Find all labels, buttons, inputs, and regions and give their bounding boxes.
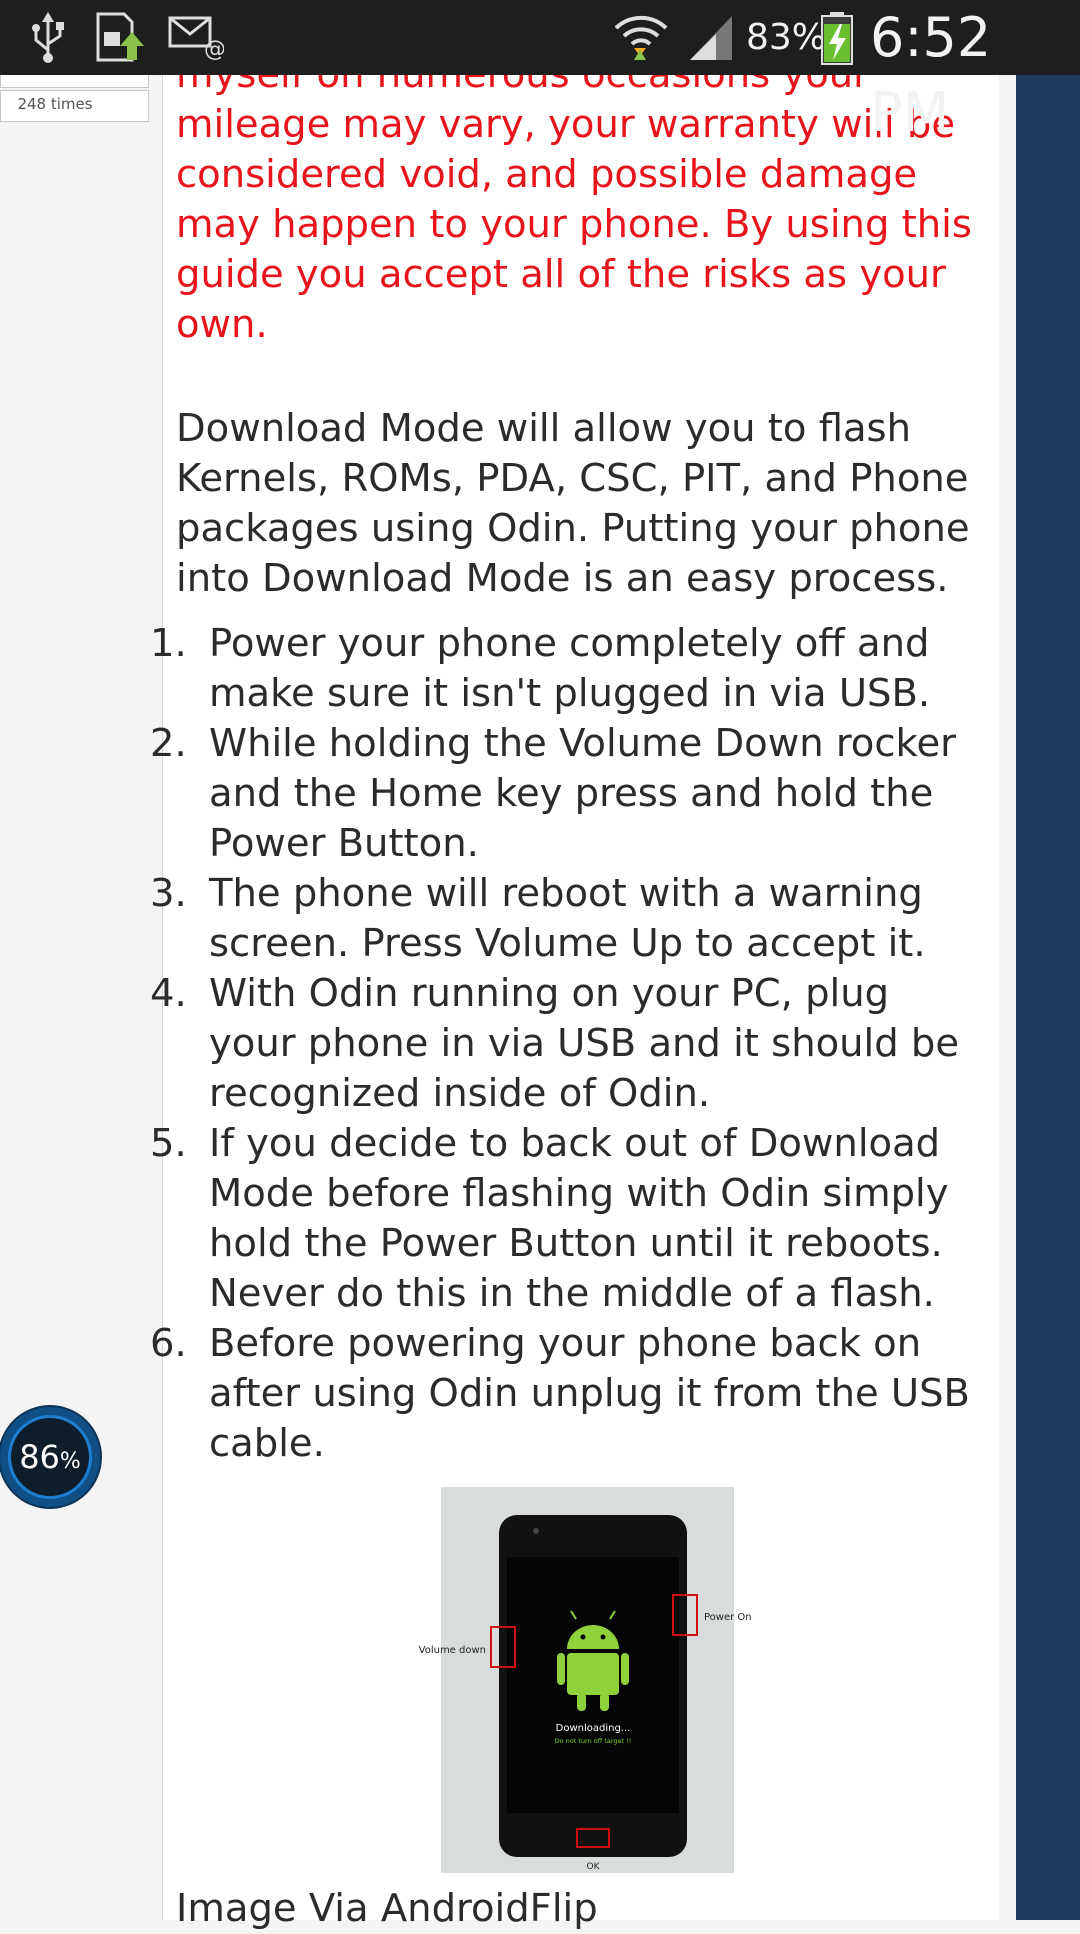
sidebar-box-top xyxy=(0,75,149,88)
ok-label: OK xyxy=(587,1862,601,1872)
step-text: Before powering your phone back on after… xyxy=(209,1321,970,1466)
step-number: 2. xyxy=(150,721,187,766)
list-item: 2. While holding the Volume Down rocker … xyxy=(0,719,990,869)
right-gutter xyxy=(999,75,1016,1920)
widget-face: 86% xyxy=(8,1415,92,1499)
screen-text-main: Downloading... xyxy=(556,1723,631,1734)
step-text: While holding the Volume Down rocker and… xyxy=(209,721,956,866)
file-upload-icon xyxy=(96,12,144,62)
step-number: 5. xyxy=(150,1121,187,1166)
right-sidebar-bar xyxy=(1016,75,1080,1920)
list-item: 6. Before powering your phone back on af… xyxy=(0,1319,990,1469)
wifi-icon xyxy=(614,15,668,60)
list-item: 3. The phone will reboot with a warning … xyxy=(0,869,990,969)
step-text: If you decide to back out of Download Mo… xyxy=(209,1121,949,1316)
step-number: 1. xyxy=(150,621,187,666)
step-text: With Odin running on your PC, plug your … xyxy=(209,971,960,1116)
power-on-label: Power On xyxy=(704,1612,752,1623)
step-text: Power your phone completely off and make… xyxy=(209,621,931,716)
screen-text-sub: Do not turn off target !! xyxy=(555,1737,632,1745)
step-number: 6. xyxy=(150,1321,187,1366)
clock: 6:52 PM xyxy=(870,6,992,144)
step-number: 3. xyxy=(150,871,187,916)
signal-icon xyxy=(690,16,732,60)
warning-paragraph: myself on numerous occasions your mileag… xyxy=(176,52,972,347)
floating-percent-widget[interactable]: 86% xyxy=(0,1407,100,1507)
download-mode-photo[interactable]: Downloading... Do not turn off target !!… xyxy=(401,1487,761,1873)
widget-value: 86 xyxy=(19,1438,60,1476)
steps-list: 1. Power your phone completely off and m… xyxy=(0,619,990,1469)
step-text: The phone will reboot with a warning scr… xyxy=(209,871,926,966)
email-icon: @ xyxy=(168,16,224,60)
volume-down-label: Volume down xyxy=(419,1645,486,1656)
list-item: 4. With Odin running on your PC, plug yo… xyxy=(0,969,990,1119)
battery-percent: 83% xyxy=(746,17,827,58)
list-item: 1. Power your phone completely off and m… xyxy=(0,619,990,719)
intro-paragraph: Download Mode will allow you to flash Ke… xyxy=(176,406,970,601)
battery-charging-icon xyxy=(821,12,853,65)
step-number: 4. xyxy=(150,971,187,1016)
image-caption: Image Via AndroidFlip xyxy=(176,1886,598,1931)
sidebar-counter-label: 248 times xyxy=(17,95,93,113)
status-bar: @ 83% 6:52 PM xyxy=(0,0,1080,144)
list-item: 5. If you decide to back out of Download… xyxy=(0,1119,990,1319)
usb-icon xyxy=(32,12,64,63)
svg-text:@: @ xyxy=(204,37,224,60)
widget-unit: % xyxy=(59,1449,81,1474)
